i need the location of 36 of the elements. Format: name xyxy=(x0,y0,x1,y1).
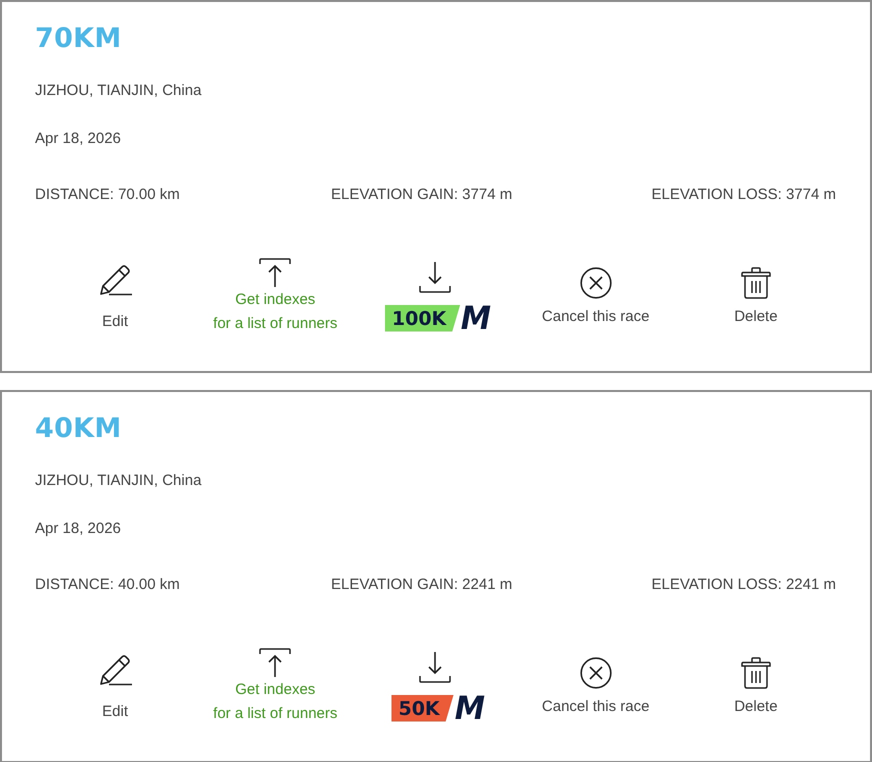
delete-button[interactable]: Delete xyxy=(734,267,778,327)
distance-badge: 50K xyxy=(391,694,454,722)
get-indexes-button[interactable]: Get indexes for a list of runners xyxy=(213,258,338,336)
pencil-icon xyxy=(98,262,132,296)
logo-letter: M xyxy=(461,303,492,333)
logo-letter: M xyxy=(454,693,485,723)
race-stat: ELEVATION GAIN: 2241 m xyxy=(331,575,512,595)
delete-button[interactable]: Delete xyxy=(734,657,778,717)
download-button[interactable]: 50K M xyxy=(385,651,486,723)
download-icon xyxy=(419,261,452,293)
cancel-race-button[interactable]: Cancel this race xyxy=(542,267,650,327)
download-button[interactable]: 100K M xyxy=(378,261,492,333)
race-title: 40KM xyxy=(35,413,122,445)
race-title: 70KM xyxy=(35,23,122,55)
race-date: Apr 18, 2026 xyxy=(35,519,121,539)
race-date: Apr 18, 2026 xyxy=(35,129,121,149)
trash-icon xyxy=(740,267,771,299)
race-stat: DISTANCE: 70.00 km xyxy=(35,185,180,205)
close-circle-icon xyxy=(580,657,612,689)
distance-badge: 100K xyxy=(384,304,460,332)
download-icon xyxy=(419,651,452,683)
edit-button[interactable]: Edit xyxy=(98,262,132,332)
race-stat: DISTANCE: 40.00 km xyxy=(35,575,180,595)
race-stat: ELEVATION LOSS: 2241 m xyxy=(651,575,836,595)
race-location: JIZHOU, TIANJIN, China xyxy=(35,471,202,491)
cancel-race-button[interactable]: Cancel this race xyxy=(542,657,650,717)
race-location: JIZHOU, TIANJIN, China xyxy=(35,81,202,101)
edit-button[interactable]: Edit xyxy=(98,652,132,722)
trash-icon xyxy=(740,657,771,689)
race-stat: ELEVATION GAIN: 3774 m xyxy=(331,185,512,205)
upload-icon xyxy=(259,648,292,678)
race-stat: ELEVATION LOSS: 3774 m xyxy=(651,185,836,205)
pencil-icon xyxy=(98,652,132,686)
get-indexes-button[interactable]: Get indexes for a list of runners xyxy=(213,648,338,726)
close-circle-icon xyxy=(580,267,612,299)
upload-icon xyxy=(259,258,292,288)
